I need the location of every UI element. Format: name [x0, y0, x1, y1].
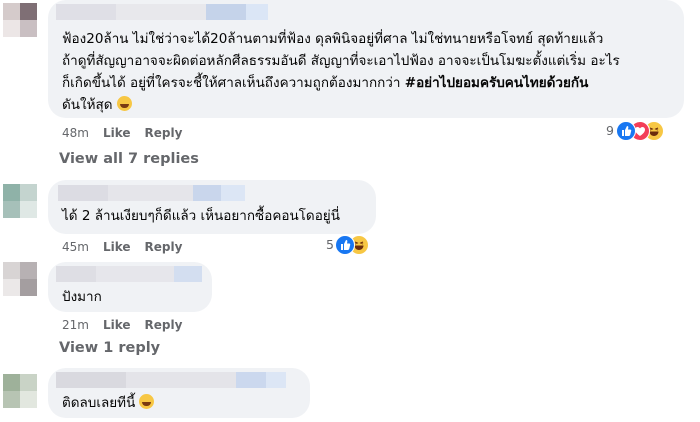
grinning-face-icon: [116, 96, 132, 111]
laughing-face-icon: [139, 394, 155, 409]
comment-actions: 21m Like Reply: [62, 318, 196, 332]
timestamp[interactable]: 48m: [62, 126, 89, 140]
avatar[interactable]: [3, 184, 37, 218]
timestamp[interactable]: 45m: [62, 240, 89, 254]
comment-text: ติดลบเลยทีนี้: [62, 392, 155, 414]
comment-actions: 48m Like Reply: [62, 126, 196, 140]
comment-bubble: ติดลบเลยทีนี้: [48, 368, 310, 418]
view-all-replies-link[interactable]: View all 7 replies: [59, 151, 199, 167]
avatar[interactable]: [3, 374, 37, 408]
reaction-count: 9: [606, 123, 614, 138]
view-one-reply-link[interactable]: View 1 reply: [59, 340, 160, 356]
reaction-count: 5: [326, 237, 334, 252]
like-reaction-icon: [335, 235, 355, 255]
comment-bubble: ได้ 2 ล้านเงียบๆก็ดีแล้ว เห็นอยากซื้อคอน…: [48, 180, 376, 234]
comment-bubble: ปังมาก: [48, 262, 212, 312]
hashtag-link[interactable]: #อย่าไปยอมครับคนไทยด้วยกัน: [405, 75, 589, 91]
reaction-summary[interactable]: 5: [326, 235, 374, 255]
avatar[interactable]: [3, 262, 37, 296]
like-button[interactable]: Like: [103, 318, 131, 332]
timestamp[interactable]: 21m: [62, 318, 89, 332]
like-button[interactable]: Like: [103, 126, 131, 140]
comment-text: ฟ้อง20ล้าน ไม่ใช่ว่าจะได้20ล้านตามที่ฟ้อ…: [62, 31, 620, 113]
like-button[interactable]: Like: [103, 240, 131, 254]
comment-actions: 45m Like Reply: [62, 240, 196, 254]
like-reaction-icon: [616, 121, 636, 141]
comment-bubble: ฟ้อง20ล้าน ไม่ใช่ว่าจะได้20ล้านตามที่ฟ้อ…: [48, 0, 684, 118]
commenter-name-blurred[interactable]: [56, 372, 286, 388]
avatar[interactable]: [3, 3, 37, 37]
commenter-name-blurred[interactable]: [58, 185, 245, 201]
reply-button[interactable]: Reply: [145, 318, 183, 332]
reply-button[interactable]: Reply: [145, 126, 183, 140]
reaction-summary[interactable]: 9: [606, 121, 670, 141]
comment-text: ได้ 2 ล้านเงียบๆก็ดีแล้ว เห็นอยากซื้อคอน…: [62, 208, 340, 224]
commenter-name-blurred[interactable]: [56, 4, 268, 20]
comment-text: ปังมาก: [62, 289, 102, 305]
commenter-name-blurred[interactable]: [56, 266, 202, 282]
reply-button[interactable]: Reply: [145, 240, 183, 254]
